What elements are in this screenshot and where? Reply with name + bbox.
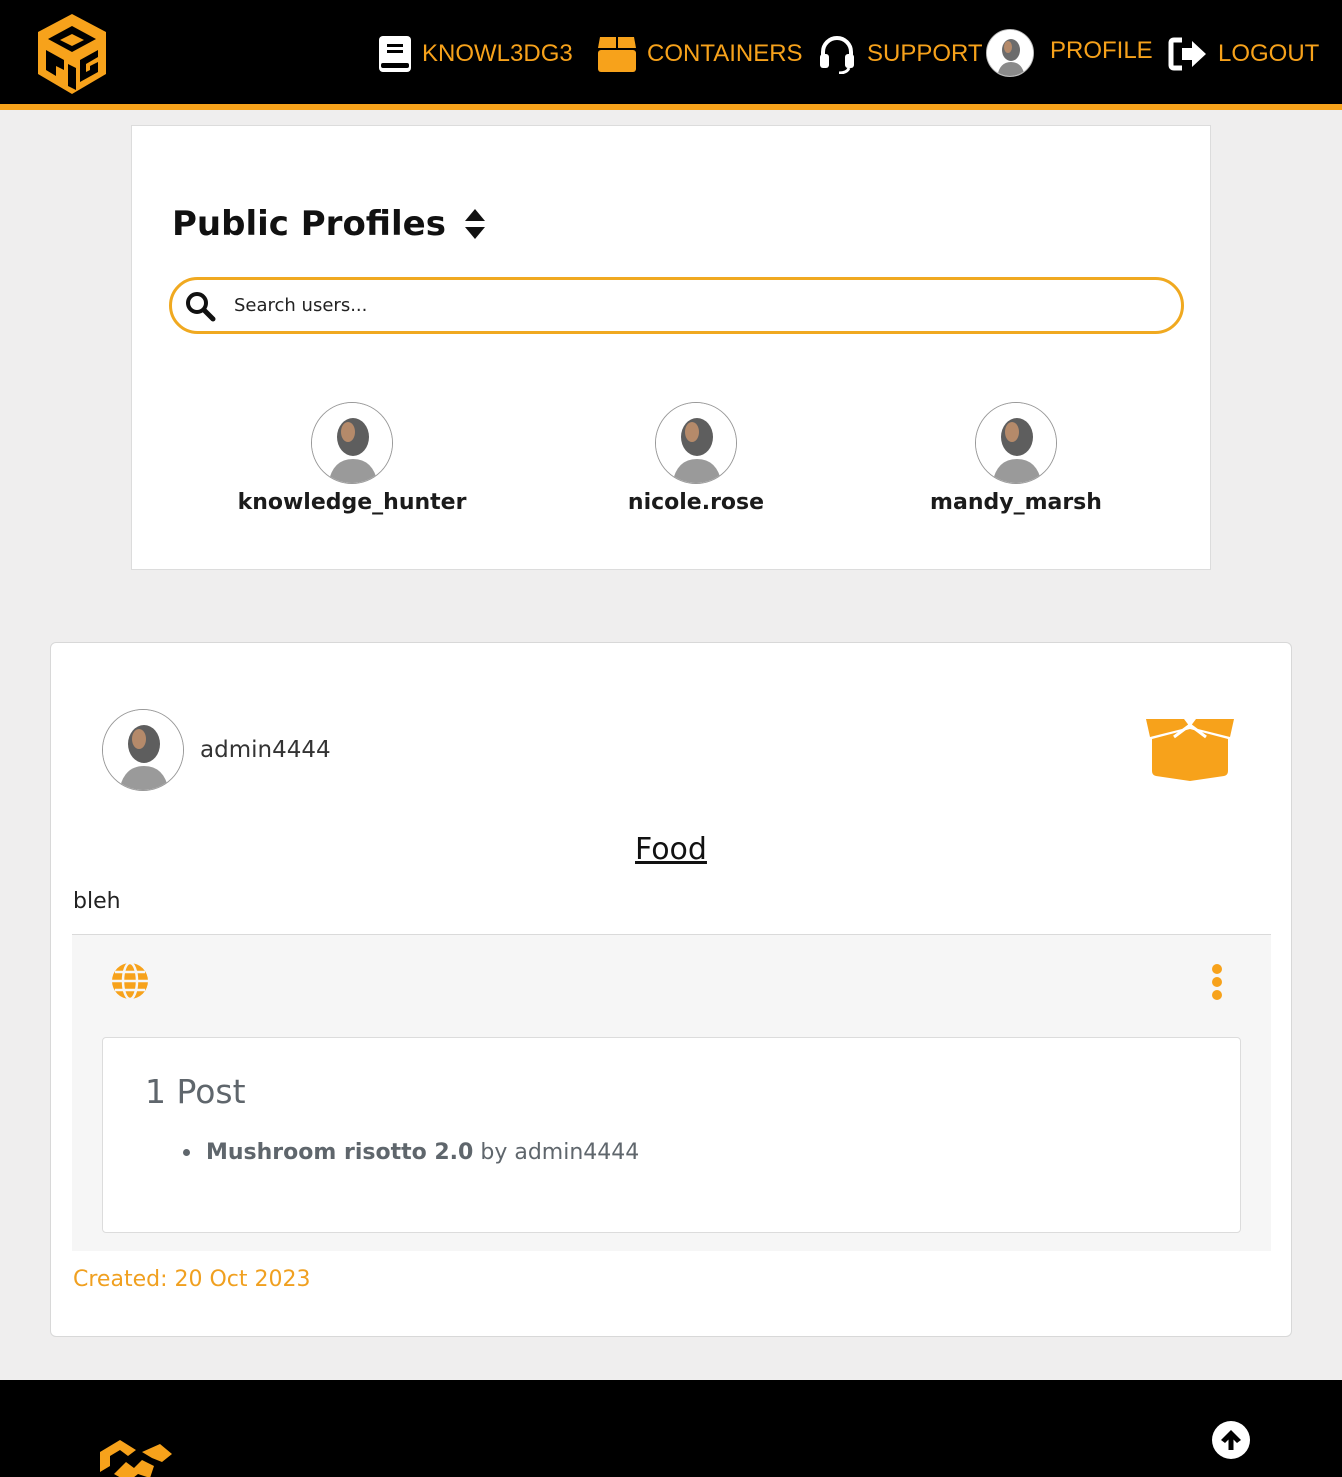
headset-icon	[817, 34, 857, 74]
logout-icon	[1168, 37, 1208, 71]
avatar	[311, 402, 393, 484]
post-by: by	[480, 1140, 508, 1165]
footer-logo[interactable]	[90, 1432, 174, 1477]
posts-list: Mushroom risotto 2.0 by admin4444	[183, 1140, 639, 1165]
box-icon	[597, 35, 637, 73]
post-author: admin4444	[514, 1140, 640, 1165]
public-profiles-title: Public Profiles	[172, 204, 446, 244]
open-box-icon	[1144, 715, 1236, 785]
search-users-input[interactable]	[234, 295, 1134, 316]
container-panel: 1 Post Mushroom risotto 2.0 by admin4444	[72, 935, 1271, 1251]
profile-card-knowledge-hunter[interactable]: knowledge_hunter	[237, 402, 467, 515]
avatar	[655, 402, 737, 484]
nav-knowledge[interactable]: KNOWL3DG3	[378, 34, 573, 74]
profile-username: nicole.rose	[627, 490, 765, 515]
container-description: bleh	[73, 889, 121, 914]
avatar	[975, 402, 1057, 484]
footer	[0, 1380, 1342, 1477]
search-icon	[184, 290, 216, 322]
posts-box: 1 Post Mushroom risotto 2.0 by admin4444	[102, 1037, 1241, 1233]
nav-knowledge-label: KNOWL3DG3	[422, 40, 573, 67]
scroll-to-top-button[interactable]	[1212, 1421, 1250, 1459]
more-options-icon[interactable]	[1210, 963, 1224, 1005]
container-title-link[interactable]: Food	[635, 832, 707, 867]
owner-username: admin4444	[200, 737, 331, 763]
sort-icon[interactable]	[464, 208, 486, 240]
nav-logout[interactable]: LOGOUT	[1168, 34, 1319, 74]
book-icon	[378, 35, 412, 73]
nav-profile-label: PROFILE	[1050, 37, 1153, 64]
created-date: Created: 20 Oct 2023	[73, 1267, 311, 1292]
arrow-up-icon	[1221, 1430, 1241, 1450]
profile-username: knowledge_hunter	[237, 490, 467, 515]
nav-profile[interactable]: PROFILE	[986, 28, 1153, 78]
public-profiles-heading: Public Profiles	[172, 204, 486, 244]
posts-count: 1 Post	[145, 1072, 246, 1111]
navbar: KNOWL3DG3 CONTAINERS SUPPORT PROFILE LOG…	[0, 0, 1342, 110]
nav-containers[interactable]: CONTAINERS	[597, 34, 803, 74]
nav-logout-label: LOGOUT	[1218, 40, 1320, 67]
site-logo[interactable]	[34, 12, 110, 96]
nav-containers-label: CONTAINERS	[647, 40, 803, 67]
profile-card-nicole-rose[interactable]: nicole.rose	[596, 402, 796, 515]
avatar	[102, 709, 184, 791]
profile-username: mandy_marsh	[930, 490, 1102, 515]
list-item[interactable]: Mushroom risotto 2.0 by admin4444	[183, 1140, 639, 1165]
public-profiles-card: Public Profiles knowledge_hunter	[131, 125, 1211, 570]
nav-support-label: SUPPORT	[867, 40, 983, 67]
user-search	[169, 277, 1184, 334]
container-title-wrap: Food	[51, 832, 1291, 867]
container-owner[interactable]: admin4444	[102, 709, 331, 791]
nav-support[interactable]: SUPPORT	[817, 34, 983, 74]
container-card: admin4444 Food bleh 1 Post Mushroom riso…	[50, 642, 1292, 1337]
avatar	[986, 29, 1034, 77]
globe-icon[interactable]	[110, 961, 150, 1005]
profile-card-mandy-marsh[interactable]: mandy_marsh	[916, 402, 1116, 515]
post-title[interactable]: Mushroom risotto 2.0	[206, 1140, 473, 1165]
